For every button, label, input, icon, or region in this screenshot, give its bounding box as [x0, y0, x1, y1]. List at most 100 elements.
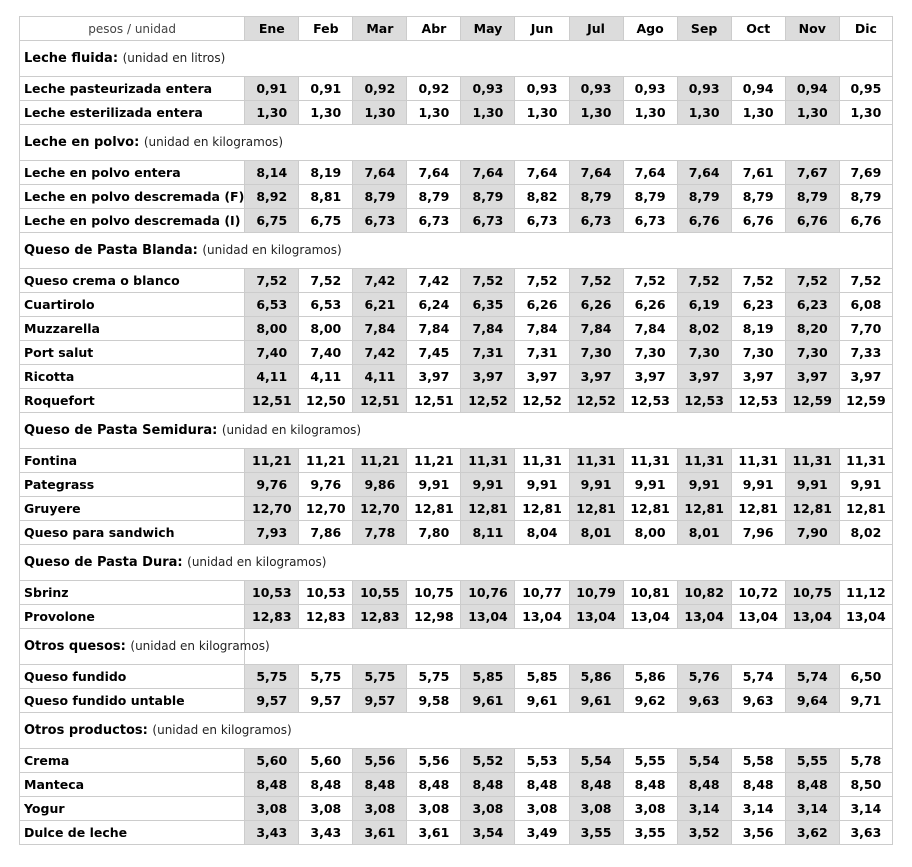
price-cell: 9,62	[622, 688, 678, 713]
price-cell: 5,53	[514, 748, 570, 773]
price-cell: 3,14	[838, 796, 894, 821]
price-cell: 12,81	[568, 496, 624, 521]
table-row: Queso para sandwich 7,93 7,86 7,78 7,80 8,11 8…	[18, 520, 894, 545]
price-cell: 0,92	[406, 76, 462, 101]
product-name: Queso fundido	[18, 664, 246, 689]
table-row: Manteca 8,48 8,48 8,48 8,48 8,48 8,48 8,48 8,48 8…	[18, 772, 894, 797]
price-cell: 6,26	[514, 292, 570, 317]
table-row: Leche en polvo descremada (I) 6,75 6,75 6,7…	[18, 208, 894, 233]
price-cell: 5,76	[676, 664, 732, 689]
price-cell: 6,73	[406, 208, 462, 233]
price-cell: 9,76	[244, 472, 300, 497]
price-cell: 0,94	[730, 76, 786, 101]
price-cell: 12,81	[730, 496, 786, 521]
price-cell: 8,48	[352, 772, 408, 797]
product-name: Sbrinz	[18, 580, 246, 605]
price-cell: 8,48	[676, 772, 732, 797]
section-unit: (unidad en litros)	[122, 51, 226, 65]
price-cell: 7,84	[406, 316, 462, 341]
price-cell: 8,48	[244, 772, 300, 797]
price-cell: 7,93	[244, 520, 300, 545]
product-name: Ricotta	[18, 364, 246, 389]
price-cell: 3,61	[352, 820, 408, 845]
product-name: Leche pasteurizada entera	[18, 76, 246, 101]
price-cell: 7,84	[460, 316, 516, 341]
price-cell: 7,64	[676, 160, 732, 185]
table-row: Port salut 7,40 7,40 7,42 7,45 7,31 7,31 7,30 7,…	[18, 340, 894, 365]
table-row: Leche esterilizada entera 1,30 1,30 1,30 1,3…	[18, 100, 894, 125]
section-title-cell: Queso de Pasta Dura: (unidad en kilogram…	[19, 544, 893, 581]
price-cell: 12,51	[244, 388, 300, 413]
price-cell: 8,48	[784, 772, 840, 797]
price-cell: 5,75	[244, 664, 300, 689]
price-cell: 10,53	[244, 580, 300, 605]
price-cell: 5,55	[622, 748, 678, 773]
price-cell: 5,78	[838, 748, 894, 773]
price-cell: 12,70	[352, 496, 408, 521]
price-cell: 4,11	[298, 364, 354, 389]
product-name: Fontina	[18, 448, 246, 473]
price-cell: 6,73	[460, 208, 516, 233]
month-header: Nov	[784, 16, 840, 41]
price-cell: 8,79	[838, 184, 894, 209]
price-cell: 6,26	[568, 292, 624, 317]
price-cell: 4,11	[352, 364, 408, 389]
price-cell: 1,30	[784, 100, 840, 125]
table-row: Queso fundido untable 9,57 9,57 9,57 9,58 9,6…	[18, 688, 894, 713]
month-header: Dic	[838, 16, 894, 41]
price-cell: 12,51	[352, 388, 408, 413]
price-cell: 7,52	[460, 268, 516, 293]
price-cell: 5,54	[676, 748, 732, 773]
price-cell: 3,49	[514, 820, 570, 845]
price-cell: 9,91	[784, 472, 840, 497]
price-cell: 6,26	[622, 292, 678, 317]
price-cell: 12,52	[514, 388, 570, 413]
section-title: Queso de Pasta Dura:	[24, 555, 183, 570]
table-row: Gruyere 12,70 12,70 12,70 12,81 12,81 12,81 12,…	[18, 496, 894, 521]
price-cell: 13,04	[568, 604, 624, 629]
price-cell: 3,62	[784, 820, 840, 845]
price-cell: 11,21	[298, 448, 354, 473]
price-cell: 8,79	[784, 184, 840, 209]
price-cell: 1,30	[406, 100, 462, 125]
price-cell: 5,58	[730, 748, 786, 773]
section-header-row: Otros quesos: (unidad en kilogramos)	[18, 628, 893, 665]
price-cell: 13,04	[838, 604, 894, 629]
price-cell: 9,91	[622, 472, 678, 497]
price-cell: 8,48	[298, 772, 354, 797]
price-cell: 7,30	[730, 340, 786, 365]
price-cell: 5,54	[568, 748, 624, 773]
month-header: Jun	[514, 16, 570, 41]
price-cell: 8,50	[838, 772, 894, 797]
price-cell: 7,80	[406, 520, 462, 545]
price-cell: 12,81	[514, 496, 570, 521]
price-cell: 12,81	[838, 496, 894, 521]
price-cell: 3,97	[460, 364, 516, 389]
price-cell: 7,64	[514, 160, 570, 185]
table-row: Queso crema o blanco 7,52 7,52 7,42 7,42 7,52…	[18, 268, 894, 293]
price-cell: 7,31	[460, 340, 516, 365]
price-cell: 12,83	[244, 604, 300, 629]
price-cell: 12,53	[676, 388, 732, 413]
price-cell: 9,63	[676, 688, 732, 713]
price-cell: 1,30	[460, 100, 516, 125]
section-header-row: Queso de Pasta Semidura: (unidad en kilo…	[19, 412, 893, 449]
product-name: Gruyere	[18, 496, 246, 521]
price-cell: 8,48	[568, 772, 624, 797]
price-cell: 1,30	[730, 100, 786, 125]
price-cell: 11,31	[730, 448, 786, 473]
price-cell: 8,01	[676, 520, 732, 545]
product-name: Leche en polvo descremada (F)	[18, 184, 246, 209]
price-cell: 7,52	[568, 268, 624, 293]
price-cell: 7,40	[244, 340, 300, 365]
section-title: Leche en polvo:	[24, 135, 140, 150]
price-cell: 10,76	[460, 580, 516, 605]
price-cell: 8,79	[352, 184, 408, 209]
price-cell: 9,91	[460, 472, 516, 497]
price-cell: 6,73	[622, 208, 678, 233]
price-cell: 11,31	[676, 448, 732, 473]
price-cell: 8,02	[838, 520, 894, 545]
table-row: Muzzarella 8,00 8,00 7,84 7,84 7,84 7,84 7,84 7,…	[18, 316, 894, 341]
product-name: Cuartirolo	[18, 292, 246, 317]
price-cell: 7,84	[352, 316, 408, 341]
